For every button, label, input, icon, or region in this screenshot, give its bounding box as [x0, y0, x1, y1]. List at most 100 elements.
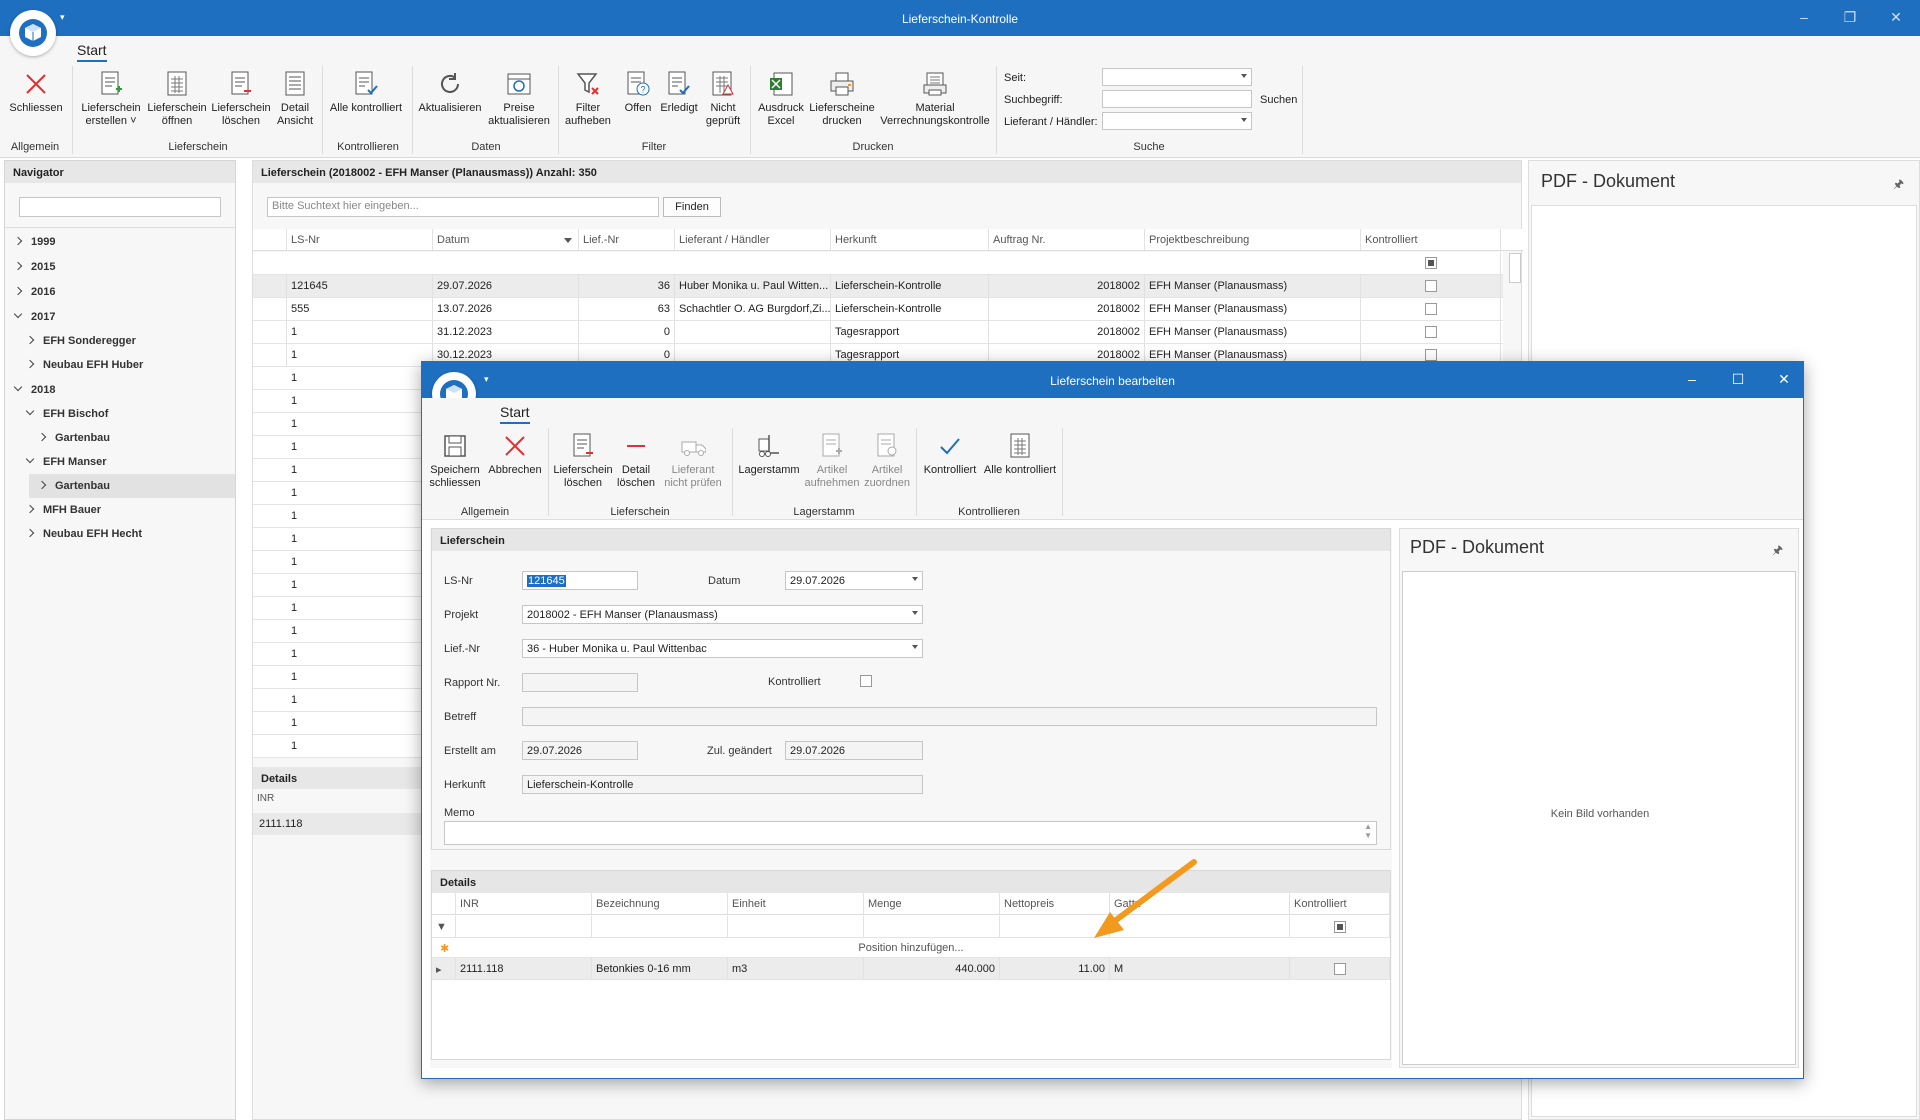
- col-lsnr[interactable]: LS-Nr: [287, 229, 433, 250]
- table-cell[interactable]: 2018002: [989, 321, 1145, 343]
- suchbegriff-input[interactable]: [1102, 90, 1252, 108]
- details-filter-checkbox[interactable]: [1333, 921, 1346, 933]
- table-cell[interactable]: Lieferschein-Kontrolle: [831, 298, 989, 320]
- table-cell[interactable]: 1: [287, 344, 433, 366]
- det-col-inr[interactable]: INR: [456, 893, 592, 914]
- col-auftrag[interactable]: Auftrag Nr.: [989, 229, 1145, 250]
- table-cell[interactable]: 1: [287, 643, 433, 665]
- suchen-button[interactable]: Suchen: [1260, 94, 1297, 106]
- det-col-bezeichnung[interactable]: Bezeichnung: [592, 893, 728, 914]
- nav-item-gartenbau-bischof[interactable]: Gartenbau: [37, 427, 110, 449]
- lieferant-select[interactable]: [1102, 112, 1252, 130]
- add-position-row[interactable]: ✱ Position hinzufügen...: [432, 938, 1390, 958]
- ausdruck-excel-button[interactable]: Ausdruck Excel: [754, 70, 808, 128]
- nav-item-gartenbau-manser[interactable]: Gartenbau: [37, 475, 110, 497]
- table-cell[interactable]: EFH Manser (Planausmass): [1145, 275, 1361, 297]
- rapport-input[interactable]: [522, 673, 638, 692]
- quick-access-dropdown-icon[interactable]: ▾: [60, 12, 65, 23]
- detail-ansicht-button[interactable]: Detail Ansicht: [272, 70, 318, 128]
- table-cell[interactable]: 1: [287, 735, 433, 757]
- navigator-search-input[interactable]: [19, 197, 221, 217]
- table-cell[interactable]: 2018002: [989, 298, 1145, 320]
- table-cell[interactable]: 1: [287, 321, 433, 343]
- table-cell[interactable]: 63: [579, 298, 675, 320]
- geaendert-input[interactable]: 29.07.2026: [785, 741, 923, 760]
- row-checkbox[interactable]: [1424, 326, 1437, 338]
- col-lieferant[interactable]: Lieferant / Händler: [675, 229, 831, 250]
- projekt-select[interactable]: 2018002 - EFH Manser (Planausmass): [522, 605, 923, 624]
- lieferschein-oeffnen-button[interactable]: Lieferschein öffnen: [146, 70, 208, 128]
- memo-textarea[interactable]: ▲ ▼: [444, 821, 1377, 845]
- table-cell[interactable]: 1: [287, 390, 433, 412]
- row-checkbox[interactable]: [1424, 303, 1437, 315]
- table-cell[interactable]: 1: [287, 528, 433, 550]
- dialog-close-icon[interactable]: ✕: [1774, 371, 1794, 388]
- det-col-menge[interactable]: Menge: [864, 893, 1000, 914]
- chevron-down-icon[interactable]: [912, 577, 918, 581]
- detail-loeschen-button[interactable]: Detail löschen: [614, 432, 658, 490]
- details-filter-row[interactable]: ▼: [432, 916, 1390, 938]
- table-cell[interactable]: 1: [287, 574, 433, 596]
- table-cell[interactable]: 36: [579, 275, 675, 297]
- table-cell[interactable]: EFH Manser (Planausmass): [1145, 321, 1361, 343]
- filter-offen-button[interactable]: ? Offen: [618, 70, 658, 115]
- table-cell[interactable]: 1: [287, 413, 433, 435]
- table-cell[interactable]: 2018002: [989, 275, 1145, 297]
- dialog-alle-kontrolliert-button[interactable]: Alle kontrolliert: [982, 432, 1058, 477]
- lagerstamm-button[interactable]: Lagerstamm: [736, 432, 802, 477]
- restore-icon[interactable]: ❐: [1840, 9, 1860, 26]
- speichern-schliessen-button[interactable]: Speichern schliessen: [426, 432, 484, 490]
- table-row[interactable]: 555 13.07.2026 63 Schachtler O. AG Burgdorf…: [253, 298, 1503, 321]
- table-row[interactable]: 1 31.12.2023 0 Tagesrapport 2018002 EFH Manse…: [253, 321, 1503, 344]
- filter-checkbox[interactable]: [1424, 257, 1437, 269]
- filter-row[interactable]: [253, 252, 1503, 275]
- lieferscheine-drucken-button[interactable]: Lieferscheine drucken: [806, 70, 878, 128]
- chevron-down-icon[interactable]: [912, 645, 918, 649]
- nav-item-2017[interactable]: 2017: [13, 306, 55, 328]
- table-cell[interactable]: 13.07.2026: [433, 298, 579, 320]
- nav-item-1999[interactable]: 1999: [13, 231, 55, 253]
- det-col-kontrolliert[interactable]: Kontrolliert: [1290, 893, 1390, 914]
- nav-item-2018[interactable]: 2018: [13, 379, 55, 401]
- table-cell[interactable]: 29.07.2026: [433, 275, 579, 297]
- table-cell[interactable]: Lieferschein-Kontrolle: [831, 275, 989, 297]
- nav-item-efh-manser[interactable]: EFH Manser: [25, 451, 107, 473]
- table-row[interactable]: 121645 29.07.2026 36 Huber Monika u. Paul W…: [253, 275, 1503, 298]
- col-liefnr[interactable]: Lief.-Nr: [579, 229, 675, 250]
- finden-button[interactable]: Finden: [663, 197, 721, 217]
- details-row[interactable]: ▸ 2111.118 Betonkies 0-16 mm m3 440.000 …: [432, 958, 1390, 980]
- erstellt-input[interactable]: 29.07.2026: [522, 741, 638, 760]
- grid-search-input[interactable]: Bitte Suchtext hier eingeben...: [267, 197, 659, 217]
- aktualisieren-button[interactable]: Aktualisieren: [418, 70, 482, 115]
- col-projekt[interactable]: Projektbeschreibung: [1145, 229, 1361, 250]
- nav-item-2015[interactable]: 2015: [13, 256, 55, 278]
- seit-date-select[interactable]: [1102, 68, 1252, 86]
- row-checkbox[interactable]: [1424, 349, 1437, 361]
- table-cell[interactable]: 1: [287, 482, 433, 504]
- table-cell[interactable]: 1: [287, 367, 433, 389]
- dialog-minimize-icon[interactable]: –: [1682, 371, 1702, 387]
- pin-icon[interactable]: 🖈: [1893, 175, 1904, 196]
- spin-icon[interactable]: ▲ ▼: [1364, 822, 1372, 840]
- table-cell[interactable]: [675, 321, 831, 343]
- betreff-input[interactable]: [522, 707, 1377, 726]
- liefnr-select[interactable]: 36 - Huber Monika u. Paul Wittenbac: [522, 639, 923, 658]
- dialog-maximize-icon[interactable]: ☐: [1728, 371, 1748, 388]
- table-cell[interactable]: 1: [287, 620, 433, 642]
- table-cell[interactable]: 555: [287, 298, 433, 320]
- nav-item-mfh-bauer[interactable]: MFH Bauer: [25, 499, 101, 521]
- table-cell[interactable]: Huber Monika u. Paul Witten...: [675, 275, 831, 297]
- table-cell[interactable]: EFH Manser (Planausmass): [1145, 298, 1361, 320]
- nav-item-2016[interactable]: 2016: [13, 281, 55, 303]
- table-cell[interactable]: 0: [579, 321, 675, 343]
- kontrolliert-checkbox[interactable]: [860, 675, 872, 687]
- dialog-quick-access-icon[interactable]: ▾: [484, 374, 489, 385]
- table-cell[interactable]: Schachtler O. AG Burgdorf,Zi...: [675, 298, 831, 320]
- tab-start[interactable]: Start: [77, 42, 107, 62]
- table-cell[interactable]: 1: [287, 597, 433, 619]
- dialog-tab-start[interactable]: Start: [500, 404, 530, 424]
- artikel-aufnehmen-button[interactable]: Artikel aufnehmen: [804, 432, 860, 490]
- table-cell[interactable]: 1: [287, 505, 433, 527]
- abbrechen-button[interactable]: Abbrechen: [486, 432, 544, 477]
- table-cell[interactable]: 31.12.2023: [433, 321, 579, 343]
